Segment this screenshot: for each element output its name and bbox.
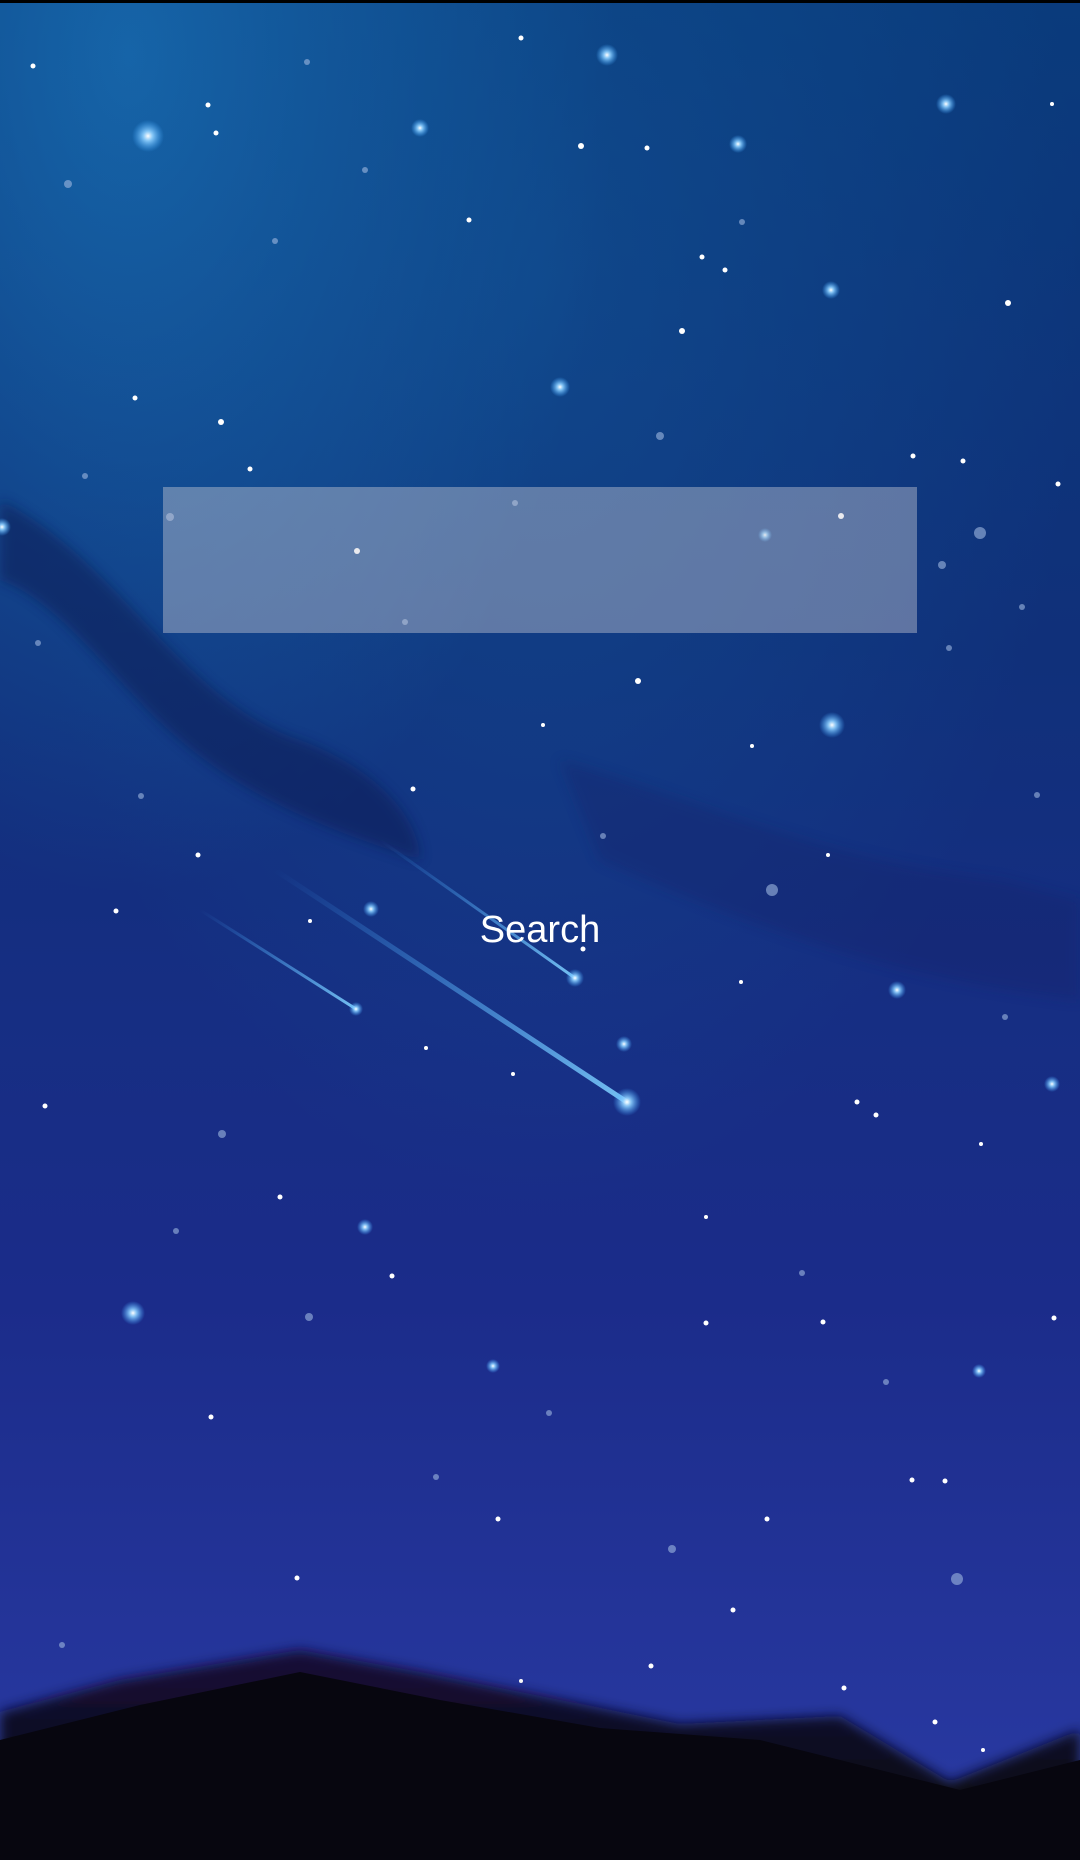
search-input[interactable] bbox=[163, 487, 917, 633]
app-screen: Search bbox=[0, 0, 1080, 1860]
top-edge-strip bbox=[0, 0, 1080, 3]
search-button[interactable]: Search bbox=[440, 898, 640, 962]
